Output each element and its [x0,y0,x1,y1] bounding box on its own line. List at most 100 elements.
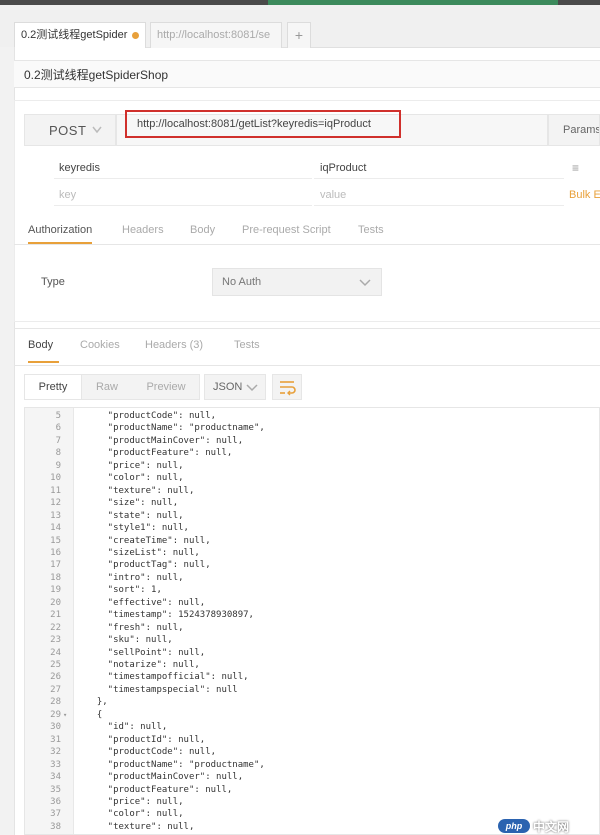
line-number: 12 [50,498,61,509]
code-text: "intro": null, [86,572,184,583]
line-number: 6 [55,423,61,434]
line-number: 19 [50,585,61,596]
code-line: 23 "sku": null, [25,634,599,646]
method-select[interactable]: POST [24,114,116,146]
code-line: 12 "size": null, [25,497,599,509]
line-number: 5 [55,411,61,421]
line-number: 37 [50,809,61,820]
code-text: "productName": "productname", [86,759,265,770]
tab-response-tests[interactable]: Tests [234,339,260,351]
code-text: { [86,709,103,720]
code-text: "color": null, [86,809,184,820]
raw-button[interactable]: Raw [83,375,131,399]
code-text: "productId": null, [86,734,206,745]
line-number: 38 [50,821,61,832]
language-value: JSON [213,381,243,393]
preview-button[interactable]: Preview [133,375,199,399]
tab-label: 0.2测试线程getSpider [21,29,128,41]
divider [314,178,564,179]
url-input-text[interactable]: http://localhost:8081/getList?keyredis=i… [125,110,401,138]
code-text: "sort": 1, [86,585,162,596]
code-line: 19 "sort": 1, [25,584,599,596]
line-number: 23 [50,635,61,646]
tab-cookies[interactable]: Cookies [80,339,120,351]
code-line: 36 "price": null, [25,796,599,808]
code-line: 21 "timestamp": 1524378930897, [25,609,599,621]
tab-response-headers[interactable]: Headers (3) [145,339,203,351]
code-line: 30 "id": null, [25,721,599,733]
code-text: "sizeList": null, [86,547,200,558]
line-number: 14 [50,523,61,534]
code-text: "sku": null, [86,635,173,646]
code-line: 9 "price": null, [25,460,599,472]
sidebar-edge [0,47,15,835]
param-row-empty: key value Bulk E [24,182,600,208]
auth-type-select[interactable]: No Auth [212,268,382,296]
line-number: 36 [50,796,61,807]
tab-pre-request-script[interactable]: Pre-request Script [242,218,331,242]
code-line: 33 "productName": "productname", [25,759,599,771]
code-text: "price": null, [86,460,184,471]
bulk-edit-link[interactable]: Bulk E [569,182,600,208]
new-tab-button[interactable]: + [287,22,311,48]
code-text: "sellPoint": null, [86,647,206,658]
fold-arrow-icon[interactable]: ▾ [63,709,67,721]
divider [54,178,312,179]
tab-label: http://localhost:8081/se [157,29,271,41]
request-name: 0.2测试线程getSpiderShop [14,60,600,88]
php-logo: php [498,819,530,833]
line-number: 35 [50,784,61,795]
line-number: 24 [50,647,61,658]
response-body-editor[interactable]: 5 "productCode": null, 6 "productName": "… [24,407,600,835]
active-tab-underline [28,361,60,363]
code-line: 6 "productName": "productname", [25,422,599,434]
code-line: 16 "sizeList": null, [25,547,599,559]
tab-active-request[interactable]: 0.2测试线程getSpider [14,22,146,48]
line-number: 8 [55,448,61,459]
tab-response-body[interactable]: Body [28,339,60,363]
pretty-button[interactable]: Pretty [25,375,82,399]
code-text: "style1": null, [86,523,189,534]
code-text: }, [86,697,108,708]
line-number: 25 [50,660,61,670]
code-line: 7 "productMainCover": null, [25,435,599,447]
code-line: 27 "timestampspecial": null [25,684,599,696]
line-number: 27 [50,684,61,695]
line-number: 22 [50,622,61,633]
line-number: 9 [55,460,61,471]
tab-inactive-request[interactable]: http://localhost:8081/se [150,22,282,48]
line-number: 34 [50,772,61,783]
line-number: 17 [50,560,61,571]
code-line: 28 }, [25,696,599,708]
tab-authorization[interactable]: Authorization [28,218,93,244]
language-select[interactable]: JSON [204,374,266,400]
line-number: 31 [50,734,61,745]
plus-icon: + [294,27,304,43]
code-text: "productFeature": null, [86,784,233,795]
wrap-lines-icon [273,381,301,403]
tab-body[interactable]: Body [190,218,215,242]
line-number: 28 [50,697,61,708]
line-number: 13 [50,510,61,521]
code-line: 35 "productFeature": null, [25,784,599,796]
code-text: "productTag": null, [86,560,211,571]
code-text: "productCode": null, [86,411,217,421]
tab-label: Authorization [28,224,93,236]
divider [54,205,312,206]
code-text: "texture": null, [86,821,195,832]
tab-tests[interactable]: Tests [358,218,384,242]
chevron-down-icon [246,375,258,408]
code-line: 14 "style1": null, [25,522,599,534]
code-line: 31 "productId": null, [25,734,599,746]
line-number: 30 [50,722,61,733]
request-subtabs: Authorization Headers Body Pre-request S… [14,218,600,245]
wrap-lines-button[interactable] [272,374,302,400]
code-text: "timestampofficial": null, [86,672,249,683]
line-number: 33 [50,759,61,770]
params-button[interactable]: Params [548,114,600,146]
menu-icon[interactable]: ≡ [572,155,579,181]
tab-headers[interactable]: Headers [122,218,164,242]
line-number: 18 [50,572,61,583]
code-line: 20 "effective": null, [25,597,599,609]
code-text: "size": null, [86,498,179,509]
